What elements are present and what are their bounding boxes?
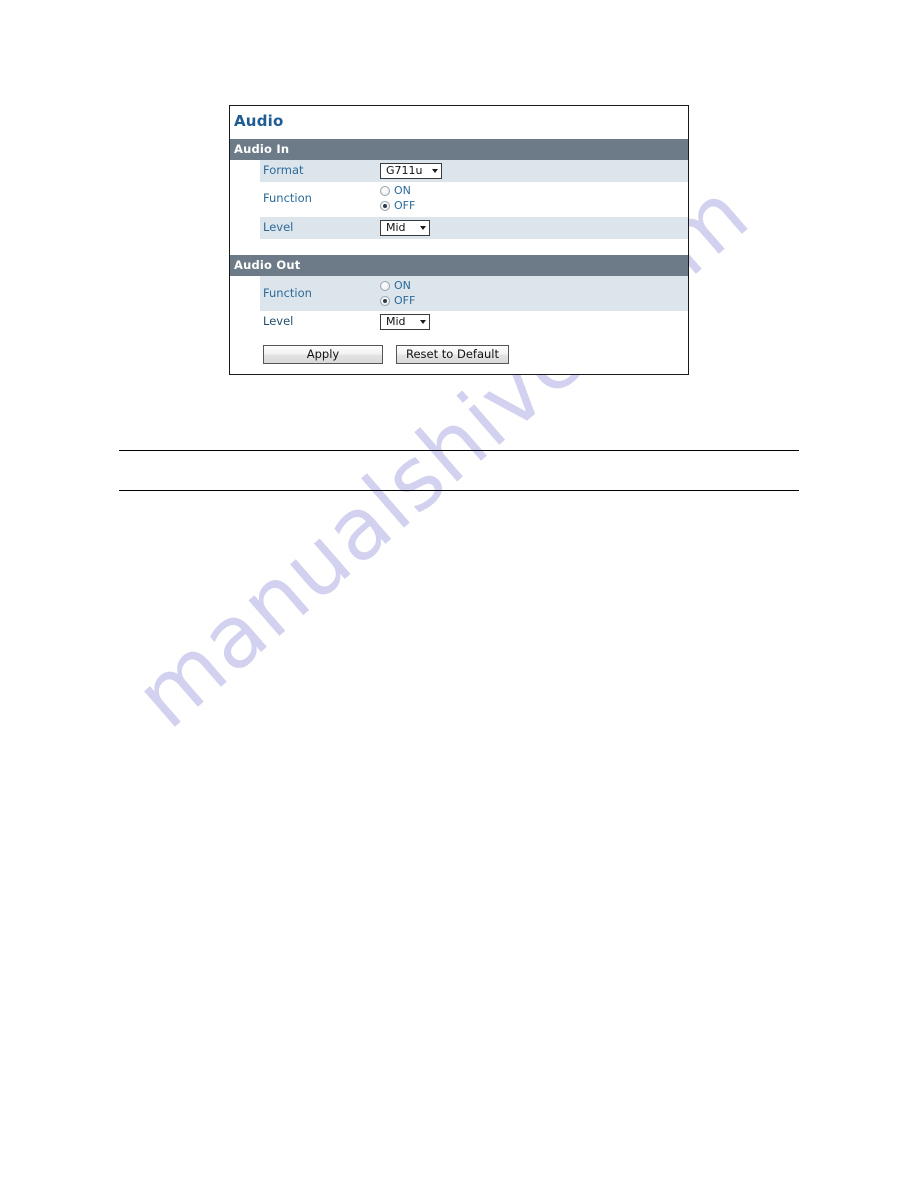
label-level: Level [263,219,294,234]
radio-checked-icon [380,295,390,306]
row-audio-in-function: Function ON OFF [230,181,688,217]
section-header-audio-in: Audio In [230,138,688,160]
form-actions: Apply Reset to Default [230,333,688,375]
row-audio-in-level: Level Mid [230,216,688,239]
radio-group-audio-in-function: ON OFF [380,182,415,217]
label-function: Function [263,191,312,206]
row-audio-out-level: Level Mid [230,311,688,334]
audio-settings-panel: Audio Audio In Format G711u Function ON [229,105,689,376]
radio-audio-in-function-off[interactable]: OFF [380,199,415,214]
row-audio-in-format: Format G711u [230,159,688,182]
select-audio-out-level[interactable]: Mid [380,314,430,331]
radio-audio-out-function-off[interactable]: OFF [380,293,415,308]
radio-label-on: ON [394,278,411,292]
label-function: Function [263,285,312,300]
row-audio-out-function: Function ON OFF [230,276,688,312]
radio-icon [380,280,390,291]
chevron-down-icon [420,320,426,325]
page-title: Audio [234,112,284,130]
radio-label-on: ON [394,184,411,198]
select-audio-in-format[interactable]: G711u [380,162,442,179]
horizontal-rule-top [119,450,799,451]
reset-to-default-button[interactable]: Reset to Default [396,345,509,365]
radio-group-audio-out-function: ON OFF [380,276,415,311]
radio-icon [380,186,390,197]
chevron-down-icon [420,225,426,230]
radio-label-off: OFF [394,293,416,307]
radio-audio-out-function-on[interactable]: ON [380,278,415,293]
select-audio-in-format-value: G711u [386,163,423,177]
radio-label-off: OFF [394,199,416,213]
select-audio-in-level[interactable]: Mid [380,219,430,236]
select-audio-out-level-value: Mid [386,315,406,329]
chevron-down-icon [432,168,438,173]
section-spacer [230,238,688,255]
select-audio-in-level-value: Mid [386,220,406,234]
radio-audio-in-function-on[interactable]: ON [380,184,415,199]
apply-button[interactable]: Apply [263,345,383,365]
radio-checked-icon [380,201,390,212]
label-level: Level [263,314,294,329]
section-header-audio-out: Audio Out [230,254,688,277]
horizontal-rule-bottom [119,490,799,491]
label-format: Format [263,162,304,177]
